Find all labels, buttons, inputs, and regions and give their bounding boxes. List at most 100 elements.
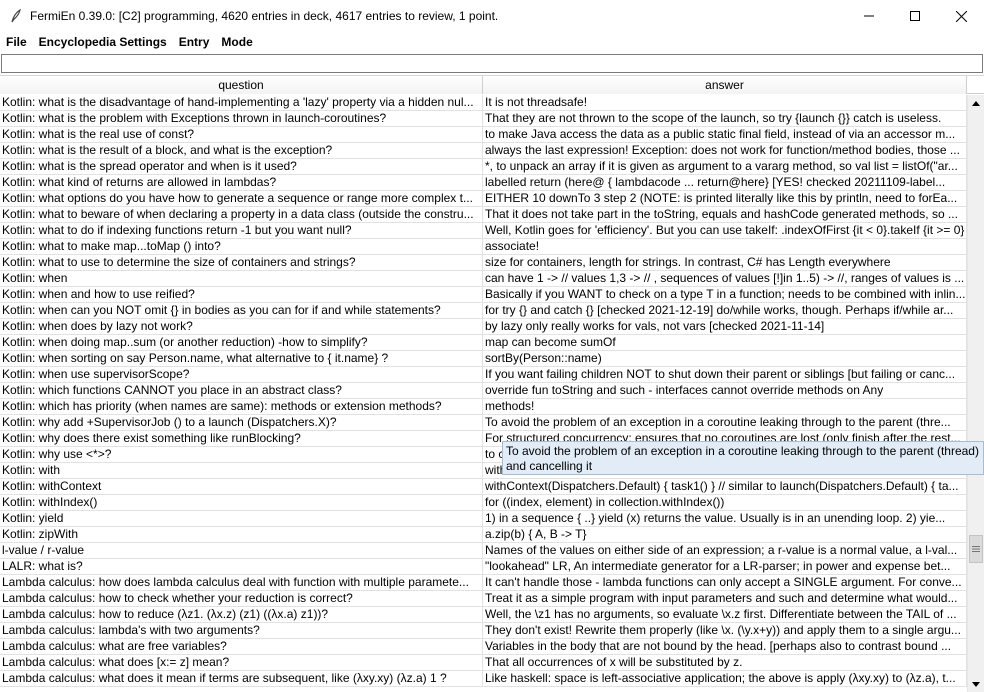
table-row[interactable]: Kotlin: which functions CANNOT you place… <box>0 383 967 399</box>
question-cell[interactable]: Kotlin: what is the real use of const? <box>0 127 483 142</box>
answer-cell[interactable]: labelled return (here@ { lambdacode ... … <box>483 175 967 190</box>
table-row[interactable]: Kotlin: when does by lazy not work? by la… <box>0 319 967 335</box>
menu-entry[interactable]: Entry <box>175 32 214 52</box>
table-row[interactable]: Kotlin: when can have 1 -> // values 1,3 … <box>0 271 967 287</box>
answer-cell[interactable]: EITHER 10 downTo 3 step 2 (NOTE: is prin… <box>483 191 967 206</box>
table-row[interactable]: Kotlin: what kind of returns are allowed… <box>0 175 967 191</box>
answer-cell[interactable]: size for containers, length for strings.… <box>483 255 967 270</box>
answer-cell[interactable]: to make Java access the data as a public… <box>483 127 967 142</box>
table-row[interactable]: Kotlin: withContext withContext(Dispatche… <box>0 479 967 495</box>
answer-cell[interactable]: *, to unpack an array if it is given as … <box>483 159 967 174</box>
answer-cell[interactable]: That it does not take part in the toStri… <box>483 207 967 222</box>
answer-cell[interactable]: That all occurrences of x will be substi… <box>483 655 967 670</box>
table-row[interactable]: Lambda calculus: how to reduce (λz1. (λx… <box>0 607 967 623</box>
question-cell[interactable]: Kotlin: withIndex() <box>0 495 483 510</box>
table-row[interactable]: Kotlin: yield 1) in a sequence { ..} yiel… <box>0 511 967 527</box>
table-row[interactable]: l-value / r-value Names of the values on … <box>0 543 967 559</box>
table-row[interactable]: Kotlin: what to do if indexing functions… <box>0 223 967 239</box>
question-cell[interactable]: Kotlin: what is the disadvantage of hand… <box>0 95 483 110</box>
question-cell[interactable]: Kotlin: what to do if indexing functions… <box>0 223 483 238</box>
table-row[interactable]: Kotlin: what is the result of a block, a… <box>0 143 967 159</box>
table-row[interactable]: Kotlin: zipWith a.zip(b) { A, B -> T} <box>0 527 967 543</box>
question-cell[interactable]: Kotlin: yield <box>0 511 483 526</box>
question-cell[interactable]: Kotlin: when doing map..sum (or another … <box>0 335 483 350</box>
answer-cell[interactable]: It can't handle those - lambda functions… <box>483 575 967 590</box>
answer-cell[interactable]: Treat it as a simple program with input … <box>483 591 967 606</box>
question-cell[interactable]: Kotlin: why add +SupervisorJob () to a l… <box>0 415 483 430</box>
question-cell[interactable]: Kotlin: why does there exist something l… <box>0 431 483 446</box>
question-cell[interactable]: Kotlin: what kind of returns are allowed… <box>0 175 483 190</box>
table-row[interactable]: Kotlin: what to use to determine the siz… <box>0 255 967 271</box>
answer-cell[interactable]: for ((index, element) in collection.with… <box>483 495 967 510</box>
question-cell[interactable]: Kotlin: when use supervisorScope? <box>0 367 483 382</box>
answer-cell[interactable]: withContext(Dispatchers.Default) { task1… <box>483 479 967 494</box>
table-row[interactable]: Kotlin: which has priority (when names a… <box>0 399 967 415</box>
answer-cell[interactable]: override fun toString and such - interfa… <box>483 383 967 398</box>
question-cell[interactable]: Kotlin: what is the spread operator and … <box>0 159 483 174</box>
question-cell[interactable]: Kotlin: zipWith <box>0 527 483 542</box>
table-row[interactable]: LALR: what is? "lookahead" LR, An interme… <box>0 559 967 575</box>
column-header-question[interactable]: question <box>0 76 483 94</box>
table-row[interactable]: Lambda calculus: what does [x:= z] mean?… <box>0 655 967 671</box>
table-row[interactable]: Kotlin: what is the disadvantage of hand… <box>0 95 967 111</box>
answer-cell[interactable]: Well, Kotlin goes for 'efficiency'. But … <box>483 223 967 238</box>
question-cell[interactable]: l-value / r-value <box>0 543 483 558</box>
answer-cell[interactable]: a.zip(b) { A, B -> T} <box>483 527 967 542</box>
question-cell[interactable]: Kotlin: what options do you have how to … <box>0 191 483 206</box>
vertical-scrollbar[interactable] <box>967 95 984 692</box>
table-row[interactable]: Kotlin: when use supervisorScope? If you … <box>0 367 967 383</box>
table-row[interactable]: Kotlin: withIndex() for ((index, element)… <box>0 495 967 511</box>
answer-cell[interactable]: map can become sumOf <box>483 335 967 350</box>
table-row[interactable]: Kotlin: when can you NOT omit {} in bodi… <box>0 303 967 319</box>
question-cell[interactable]: Lambda calculus: how to check whether yo… <box>0 591 483 606</box>
question-cell[interactable]: Kotlin: what to use to determine the siz… <box>0 255 483 270</box>
menu-mode[interactable]: Mode <box>217 32 256 52</box>
question-cell[interactable]: Kotlin: when <box>0 271 483 286</box>
question-cell[interactable]: Kotlin: when sorting on say Person.name,… <box>0 351 483 366</box>
question-cell[interactable]: Lambda calculus: lambda's with two argum… <box>0 623 483 638</box>
menu-encyclopedia-settings[interactable]: Encyclopedia Settings <box>35 32 171 52</box>
menu-file[interactable]: File <box>2 32 31 52</box>
answer-cell[interactable]: for try {} and catch {} [checked 2021-12… <box>483 303 967 318</box>
answer-cell[interactable]: Names of the values on either side of an… <box>483 543 967 558</box>
table-row[interactable]: Kotlin: what options do you have how to … <box>0 191 967 207</box>
scroll-down-button[interactable] <box>968 676 984 692</box>
question-cell[interactable]: Lambda calculus: how to reduce (λz1. (λx… <box>0 607 483 622</box>
answer-cell[interactable]: To avoid the problem of an exception in … <box>483 415 967 430</box>
table-row[interactable]: Kotlin: why add +SupervisorJob () to a l… <box>0 415 967 431</box>
question-cell[interactable]: Kotlin: what to beware of when declaring… <box>0 207 483 222</box>
question-cell[interactable]: Kotlin: withContext <box>0 479 483 494</box>
table-row[interactable]: Kotlin: what to make map...toMap () into… <box>0 239 967 255</box>
table-row[interactable]: Kotlin: what is the problem with Excepti… <box>0 111 967 127</box>
question-cell[interactable]: Kotlin: when can you NOT omit {} in bodi… <box>0 303 483 318</box>
answer-cell[interactable]: They don't exist! Rewrite them properly … <box>483 623 967 638</box>
question-cell[interactable]: Kotlin: when and how to use reified? <box>0 287 483 302</box>
table-row[interactable]: Kotlin: when and how to use reified? Basi… <box>0 287 967 303</box>
question-cell[interactable]: Kotlin: when does by lazy not work? <box>0 319 483 334</box>
answer-cell[interactable]: 1) in a sequence { ..} yield (x) returns… <box>483 511 967 526</box>
column-header-answer[interactable]: answer <box>483 76 967 94</box>
table-row[interactable]: Kotlin: when doing map..sum (or another … <box>0 335 967 351</box>
answer-cell[interactable]: methods! <box>483 399 967 414</box>
answer-cell[interactable]: That they are not thrown to the scope of… <box>483 111 967 126</box>
answer-cell[interactable]: Variables in the body that are not bound… <box>483 639 967 654</box>
maximize-button[interactable] <box>892 0 938 32</box>
table-row[interactable]: Lambda calculus: how to check whether yo… <box>0 591 967 607</box>
answer-cell[interactable]: can have 1 -> // values 1,3 -> // , sequ… <box>483 271 967 286</box>
table-row[interactable]: Kotlin: what is the real use of const? to… <box>0 127 967 143</box>
table-row[interactable]: Kotlin: what to beware of when declaring… <box>0 207 967 223</box>
question-cell[interactable]: Lambda calculus: what does [x:= z] mean? <box>0 655 483 670</box>
question-cell[interactable]: Kotlin: which has priority (when names a… <box>0 399 483 414</box>
table-row[interactable]: Lambda calculus: lambda's with two argum… <box>0 623 967 639</box>
answer-cell[interactable]: associate! <box>483 239 967 254</box>
question-cell[interactable]: Lambda calculus: what are free variables… <box>0 639 483 654</box>
question-cell[interactable]: Kotlin: what is the problem with Excepti… <box>0 111 483 126</box>
minimize-button[interactable] <box>846 0 892 32</box>
answer-cell[interactable]: If you want failing children NOT to shut… <box>483 367 967 382</box>
search-input[interactable] <box>1 54 983 73</box>
question-cell[interactable]: Kotlin: with <box>0 463 483 478</box>
table-row[interactable]: Kotlin: what is the spread operator and … <box>0 159 967 175</box>
question-cell[interactable]: Lambda calculus: what does it mean if te… <box>0 671 483 686</box>
table-row[interactable]: Lambda calculus: what are free variables… <box>0 639 967 655</box>
answer-cell[interactable]: by lazy only really works for vals, not … <box>483 319 967 334</box>
